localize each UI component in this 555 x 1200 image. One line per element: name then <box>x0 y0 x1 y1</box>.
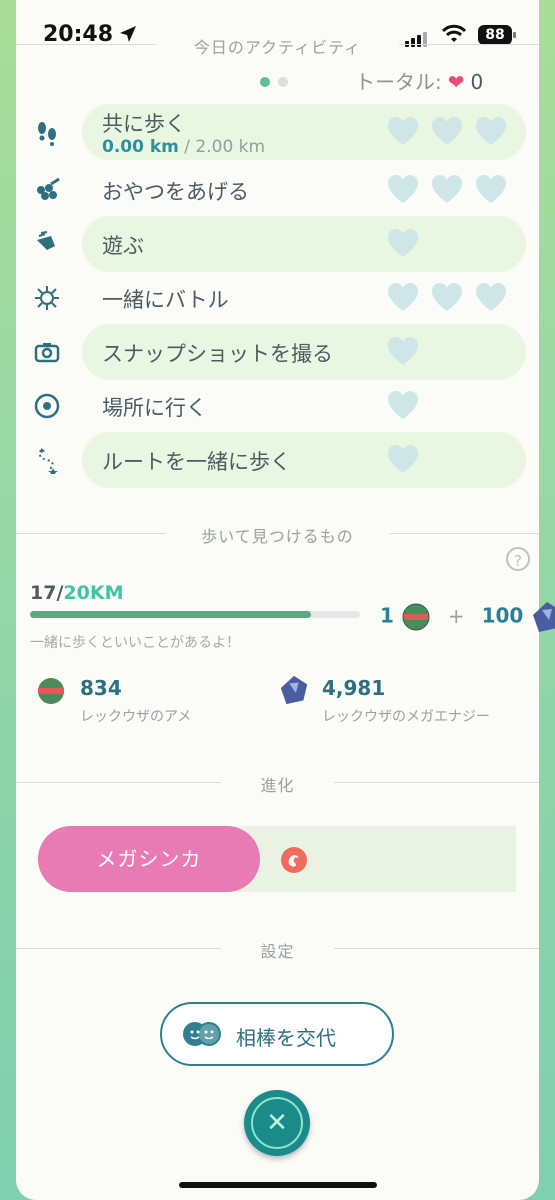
activity-label: 共に歩く <box>102 112 186 136</box>
heart-empty-icon <box>430 173 464 207</box>
heart-empty-icon <box>386 227 420 261</box>
close-icon: ✕ <box>266 1108 288 1138</box>
home-indicator <box>179 1182 377 1188</box>
activity-row[interactable]: ルートを一緒に歩く <box>82 432 526 488</box>
activity-row[interactable]: スナップショットを撮る <box>82 324 526 380</box>
walk-distance-current: 0.00 km <box>102 137 179 157</box>
heart-empty-icon <box>386 115 420 149</box>
heart-slots <box>386 115 518 153</box>
swap-buddy-button[interactable]: 相棒を交代 <box>160 1002 394 1066</box>
walk-reward: 1 + 100 <box>380 600 555 634</box>
page-dots[interactable] <box>260 72 296 91</box>
reward-energy-count: 100 <box>481 603 524 628</box>
heart-empty-icon <box>474 281 508 315</box>
heart-slots <box>386 281 518 319</box>
candy-icon <box>402 603 430 631</box>
walk-section-title: 歩いて見つけるもの <box>16 523 539 546</box>
candy-icon <box>38 678 64 704</box>
heart-slots <box>386 389 430 427</box>
activity-label: 一緒にバトル <box>102 288 229 312</box>
heart-empty-icon <box>430 281 464 315</box>
wave-hand-icon <box>37 231 55 250</box>
heart-slots <box>386 227 430 265</box>
candy-count: 834 <box>80 676 122 700</box>
heart-slots <box>386 443 430 481</box>
candy-name: レックウザのアメ <box>80 709 192 725</box>
activity-row[interactable]: おやつをあげる <box>82 162 526 218</box>
settings-section-title: 設定 <box>16 938 539 961</box>
close-button[interactable]: ✕ <box>244 1090 310 1156</box>
total-label: トータル: <box>355 70 442 94</box>
activity-section-title: 今日のアクティビティ <box>16 34 539 57</box>
heart-slots <box>386 335 430 373</box>
mega-evolution-icon <box>281 847 307 873</box>
footprints-icon <box>38 122 56 146</box>
activity-label: 場所に行く <box>102 396 207 420</box>
battle-icon <box>35 286 59 310</box>
heart-empty-icon <box>430 115 464 149</box>
activity-row[interactable]: 一緒にバトル <box>82 270 526 326</box>
walk-progress-goal: 20KM <box>63 582 124 604</box>
total-hearts: トータル: ❤ 0 <box>355 66 483 95</box>
activity-row[interactable]: 共に歩く 0.00 km / 2.00 km <box>82 104 526 160</box>
heart-empty-icon <box>386 173 420 207</box>
walk-progress-current: 17 <box>30 582 57 604</box>
help-icon[interactable]: ? <box>506 547 530 571</box>
activity-label: ルートを一緒に歩く <box>102 450 291 474</box>
heart-empty-icon <box>474 115 508 149</box>
energy-name: レックウザのメガエナジー <box>322 709 490 725</box>
walk-distance: 0.00 km / 2.00 km <box>102 137 265 157</box>
heart-empty-icon <box>386 281 420 315</box>
walk-progress-fill <box>30 611 311 618</box>
heart-empty-icon <box>386 335 420 369</box>
reward-candy-count: 1 <box>380 603 394 628</box>
activity-label: スナップショットを撮る <box>102 342 333 366</box>
total-value: 0 <box>470 70 484 94</box>
route-icon <box>38 448 58 474</box>
pokestop-icon <box>34 393 60 419</box>
mega-evolve-bar: メガシンカ <box>38 826 516 892</box>
activity-row[interactable]: 遊ぶ <box>82 216 526 272</box>
mega-energy-icon <box>280 675 308 705</box>
reward-plus: + <box>447 603 465 628</box>
heart-slots <box>386 173 518 211</box>
walk-hint: 一緒に歩くといいことがあるよ！ <box>30 635 240 651</box>
berries-icon <box>37 177 60 200</box>
heart-empty-icon <box>386 443 420 477</box>
activity-label: 遊ぶ <box>102 234 144 258</box>
mega-energy-icon <box>533 602 555 632</box>
heart-empty-icon <box>474 173 508 207</box>
camera-icon <box>34 343 60 363</box>
mega-evolve-button[interactable]: メガシンカ <box>38 826 260 892</box>
page-dot-active[interactable] <box>260 77 270 87</box>
activity-label: おやつをあげる <box>102 180 249 204</box>
walk-distance-goal: / 2.00 km <box>184 137 266 157</box>
buddy-faces-icon <box>183 1022 221 1046</box>
heart-icon: ❤ <box>447 70 465 94</box>
walk-progress-text: 17/20KM <box>30 582 123 604</box>
heart-empty-icon <box>386 389 420 423</box>
energy-count: 4,981 <box>322 676 386 700</box>
swap-buddy-label: 相棒を交代 <box>236 1026 336 1050</box>
walk-progress-bar <box>30 611 360 618</box>
page-dot[interactable] <box>278 77 288 87</box>
evolution-section-title: 進化 <box>16 772 539 795</box>
activity-row[interactable]: 場所に行く <box>82 378 526 434</box>
